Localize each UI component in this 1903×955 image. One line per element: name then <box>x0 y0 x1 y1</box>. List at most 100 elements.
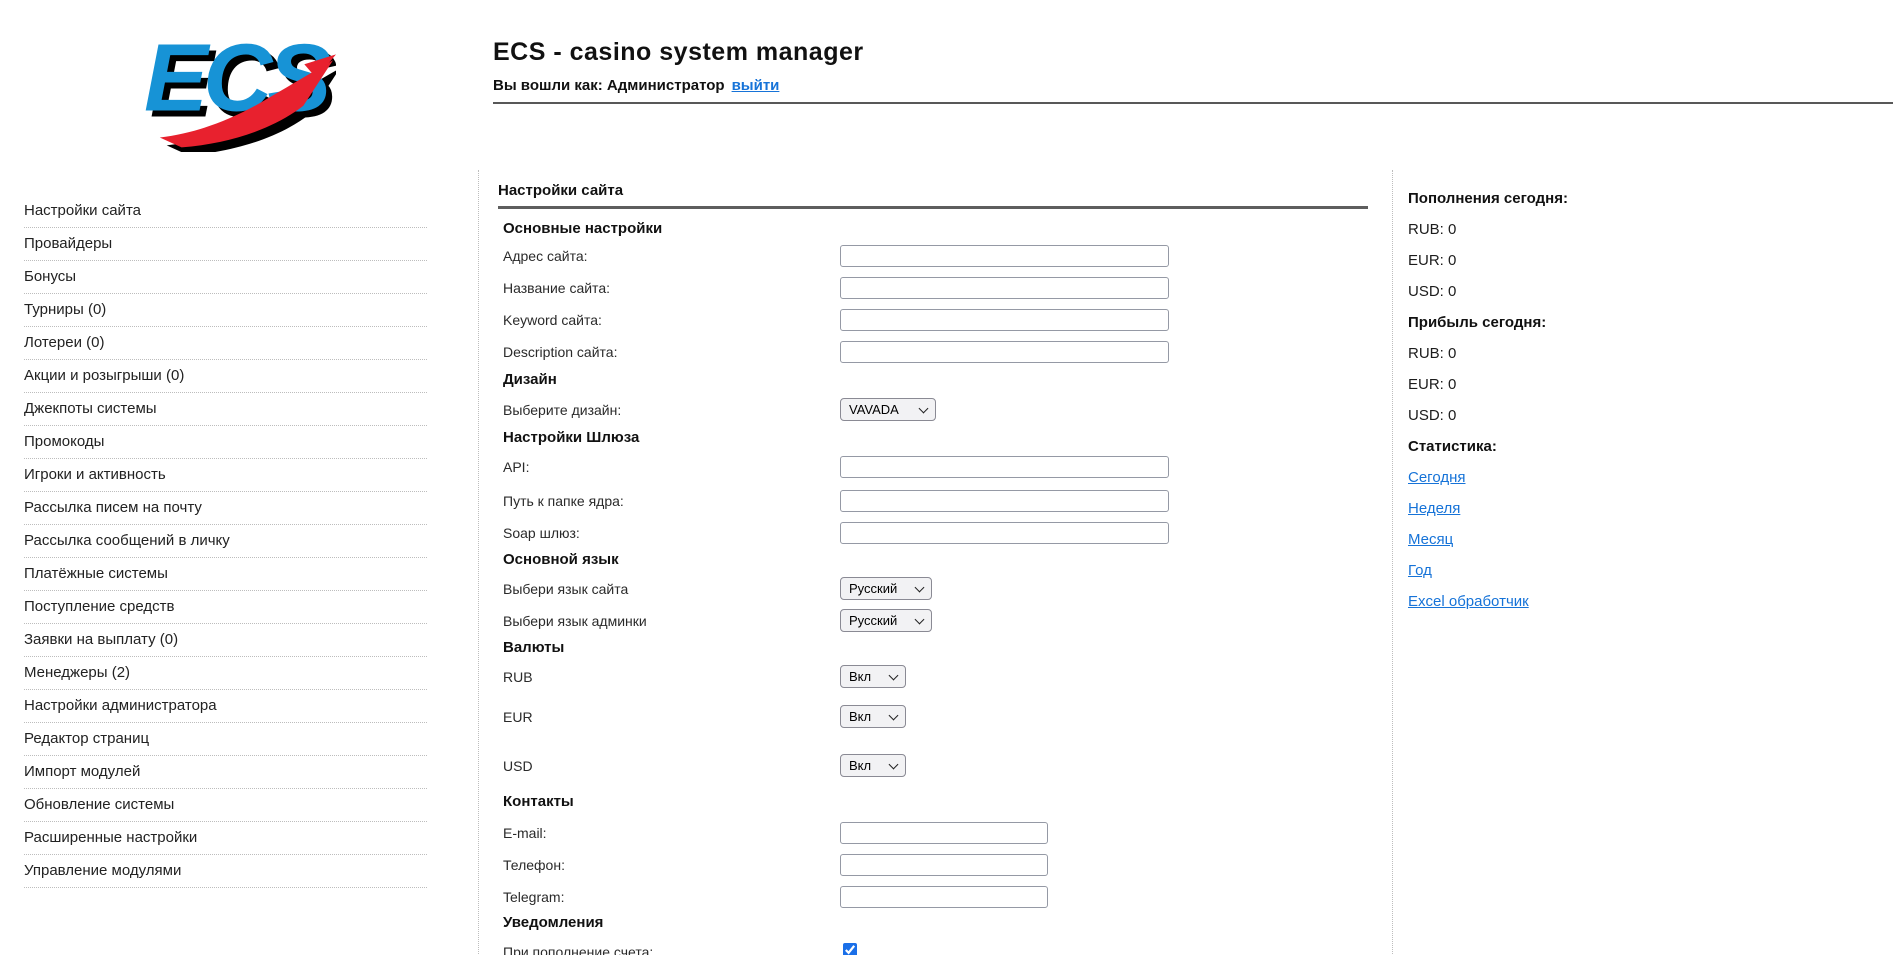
sidebar-item-jackpots[interactable]: Джекпоты системы <box>24 399 427 426</box>
deposits-eur-value: EUR: 0 <box>1408 252 1457 269</box>
deposits-rub-value: RUB: 0 <box>1408 221 1457 238</box>
form-section-contacts: Контакты <box>503 793 574 810</box>
form-section-general: Основные настройки <box>503 220 663 237</box>
field-label: E-mail: <box>503 825 547 841</box>
site-keyword-input[interactable] <box>840 309 1169 331</box>
header-divider <box>493 102 1893 104</box>
field-label: Keyword сайта: <box>503 312 602 328</box>
sidebar-item-site-settings[interactable]: Настройки сайта <box>24 201 427 228</box>
design-select-wrap: VAVADA <box>840 398 936 421</box>
profit-usd-value: USD: 0 <box>1408 407 1457 424</box>
field-label: Выбери язык админки <box>503 612 647 629</box>
sidebar-item-advanced-settings[interactable]: Расширенные настройки <box>24 828 427 855</box>
field-label: Description сайта: <box>503 344 618 360</box>
form-section-design: Дизайн <box>503 371 557 388</box>
form-row-site-name: Название сайта: <box>503 277 1223 299</box>
field-label: Soap шлюз: <box>503 525 580 541</box>
admin-language-select-wrap: Русский <box>840 609 932 632</box>
sidebar-item-admin-settings[interactable]: Настройки администратора <box>24 696 427 723</box>
eur-select-wrap: Вкл <box>840 705 906 728</box>
logout-link[interactable]: выйти <box>732 77 780 94</box>
login-status: Вы вошли как: Администратор выйти <box>493 77 779 94</box>
statistics-title: Статистика: <box>1408 438 1497 455</box>
form-section-currencies: Валюты <box>503 639 565 656</box>
profit-rub-value: RUB: 0 <box>1408 345 1457 362</box>
stats-link-month[interactable]: Месяц <box>1408 531 1453 548</box>
page-title: ECS - casino system manager <box>493 38 864 66</box>
usd-select[interactable]: Вкл <box>840 754 906 777</box>
sidebar-item-promotions[interactable]: Акции и розыгрыши (0) <box>24 366 427 393</box>
form-row-email: E-mail: <box>503 822 1223 844</box>
sidebar-item-page-editor[interactable]: Редактор страниц <box>24 729 427 756</box>
form-row-admin-language: Выбери язык админки Русский <box>503 609 1223 632</box>
deposit-notification-checkbox[interactable] <box>843 943 857 955</box>
email-input[interactable] <box>840 822 1048 844</box>
stats-link-week[interactable]: Неделя <box>1408 500 1460 517</box>
usd-select-wrap: Вкл <box>840 754 906 777</box>
sidebar-item-bonuses[interactable]: Бонусы <box>24 267 427 294</box>
eur-select[interactable]: Вкл <box>840 705 906 728</box>
profit-eur-value: EUR: 0 <box>1408 376 1457 393</box>
main-stats-separator <box>1392 170 1393 955</box>
form-row-site-description: Description сайта: <box>503 341 1223 363</box>
rub-select-wrap: Вкл <box>840 665 906 688</box>
sidebar-item-module-management[interactable]: Управление модулями <box>24 861 427 888</box>
sidebar-item-payout-requests[interactable]: Заявки на выплату (0) <box>24 630 427 657</box>
form-row-soap-gateway: Soap шлюз: <box>503 522 1223 544</box>
form-row-usd: USD Вкл <box>503 754 1223 777</box>
sidebar-item-providers[interactable]: Провайдеры <box>24 234 427 261</box>
sidebar-item-pm-mailing[interactable]: Рассылка сообщений в личку <box>24 531 427 558</box>
sidebar-item-system-update[interactable]: Обновление системы <box>24 795 427 822</box>
form-row-site-language: Выбери язык сайта Русский <box>503 577 1223 600</box>
sidebar-item-payment-systems[interactable]: Платёжные системы <box>24 564 427 591</box>
api-input[interactable] <box>840 456 1169 478</box>
phone-input[interactable] <box>840 854 1048 876</box>
form-row-design: Выберите дизайн: VAVADA <box>503 398 1223 421</box>
form-row-api: API: <box>503 456 1223 478</box>
site-description-input[interactable] <box>840 341 1169 363</box>
field-label: Телефон: <box>503 857 565 873</box>
core-folder-input[interactable] <box>840 490 1169 512</box>
sidebar-item-players-activity[interactable]: Игроки и активность <box>24 465 427 492</box>
field-label: RUB <box>503 668 533 685</box>
design-select[interactable]: VAVADA <box>840 398 936 421</box>
field-label: USD <box>503 757 533 774</box>
stats-link-excel[interactable]: Excel обработчик <box>1408 593 1529 610</box>
form-section-notifications: Уведомления <box>503 914 604 931</box>
profit-today-title: Прибыль сегодня: <box>1408 314 1547 331</box>
sidebar-main-separator <box>478 170 479 955</box>
field-label: Путь к папке ядра: <box>503 493 624 509</box>
ecs-logo: ECS ECS <box>144 25 336 152</box>
admin-language-select[interactable]: Русский <box>840 609 932 632</box>
section-title: Настройки сайта <box>498 182 624 199</box>
form-row-telegram: Telegram: <box>503 886 1223 908</box>
form-row-site-keyword: Keyword сайта: <box>503 309 1223 331</box>
login-status-text: Вы вошли как: Администратор <box>493 77 725 94</box>
site-address-input[interactable] <box>840 245 1169 267</box>
telegram-input[interactable] <box>840 886 1048 908</box>
rub-select[interactable]: Вкл <box>840 665 906 688</box>
form-section-language: Основной язык <box>503 551 619 568</box>
sidebar-item-tournaments[interactable]: Турниры (0) <box>24 300 427 327</box>
admin-page: ECS ECS ECS - casino system manager Вы в… <box>0 0 1903 955</box>
form-row-site-address: Адрес сайта: <box>503 245 1223 267</box>
stats-link-year[interactable]: Год <box>1408 562 1432 579</box>
field-label: При пополнение счета: <box>503 944 654 955</box>
sidebar-item-managers[interactable]: Менеджеры (2) <box>24 663 427 690</box>
sidebar-item-promocodes[interactable]: Промокоды <box>24 432 427 459</box>
sidebar-item-email-mailing[interactable]: Рассылка писем на почту <box>24 498 427 525</box>
deposits-today-title: Пополнения сегодня: <box>1408 190 1568 207</box>
form-row-rub: RUB Вкл <box>503 665 1223 688</box>
field-label: Название сайта: <box>503 280 610 296</box>
field-label: Выбери язык сайта <box>503 580 629 597</box>
site-language-select[interactable]: Русский <box>840 577 932 600</box>
soap-gateway-input[interactable] <box>840 522 1169 544</box>
sidebar-item-module-import[interactable]: Импорт модулей <box>24 762 427 789</box>
stats-link-today[interactable]: Сегодня <box>1408 469 1466 486</box>
field-label: EUR <box>503 708 533 725</box>
form-row-core-folder: Путь к папке ядра: <box>503 490 1223 512</box>
sidebar-item-lotteries[interactable]: Лотереи (0) <box>24 333 427 360</box>
site-name-input[interactable] <box>840 277 1169 299</box>
sidebar-menu: Настройки сайта Провайдеры Бонусы Турнир… <box>24 201 427 894</box>
sidebar-item-incoming-funds[interactable]: Поступление средств <box>24 597 427 624</box>
